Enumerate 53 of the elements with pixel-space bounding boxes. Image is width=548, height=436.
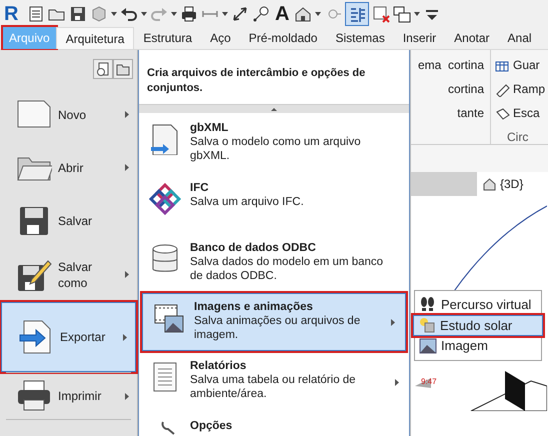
menu-item[interactable]: Salvar como bbox=[0, 247, 137, 302]
app-logo[interactable]: R bbox=[4, 4, 24, 24]
switch-windows-icon[interactable] bbox=[393, 4, 412, 22]
ribbon-tool-label[interactable]: ema cortina bbox=[418, 56, 484, 74]
menu-item[interactable]: Novo bbox=[0, 88, 137, 141]
menu-item[interactable]: gbXML Salva o modelo como um arquivo gbXML. bbox=[139, 115, 409, 173]
footprints-icon bbox=[419, 296, 437, 314]
open-documents-button[interactable] bbox=[113, 59, 133, 79]
folder-icon bbox=[116, 62, 130, 76]
clock-document-icon bbox=[96, 62, 110, 76]
ribbon-tab[interactable]: Anotar bbox=[445, 27, 499, 49]
ribbon-tab[interactable]: Pré-moldado bbox=[240, 27, 326, 49]
menu-item[interactable]: Percurso virtual bbox=[415, 295, 541, 314]
document-icon[interactable] bbox=[27, 4, 45, 22]
timestamp-label: 9:47 bbox=[421, 376, 437, 388]
menu-item[interactable]: Banco de dados ODBC Salva dados do modelo em um banco de dados ODBC. bbox=[139, 235, 409, 293]
menu-item[interactable]: Salvar bbox=[0, 194, 137, 247]
panel-title: Circ bbox=[506, 129, 530, 144]
ribbon-tab[interactable]: Aço bbox=[201, 27, 240, 49]
sun-building-icon bbox=[418, 316, 436, 334]
recent-documents-button[interactable] bbox=[93, 59, 113, 79]
text-tool[interactable]: A bbox=[273, 4, 292, 24]
menu-item[interactable]: Imprimir bbox=[0, 373, 137, 419]
ribbon-tool-label[interactable]: tante bbox=[457, 104, 484, 122]
aligned-dimension-icon[interactable] bbox=[231, 4, 249, 22]
printer-icon[interactable] bbox=[180, 4, 198, 22]
ramp-icon bbox=[495, 82, 510, 96]
menu-item[interactable]: Abrir bbox=[0, 141, 137, 194]
ribbon-tab[interactable]: Inserir bbox=[394, 27, 446, 49]
house-icon bbox=[483, 178, 496, 190]
view-tab[interactable]: {3D} bbox=[477, 172, 548, 196]
ribbon-tab[interactable]: Anal bbox=[498, 27, 541, 49]
menu-item[interactable]: Relatórios Salva uma tabela ou relatório de ambiente/área. bbox=[139, 353, 409, 411]
menu-item[interactable]: Imagem bbox=[415, 336, 541, 356]
menu-item[interactable]: Estudo solar bbox=[413, 314, 543, 336]
interlocking-squares-icon bbox=[149, 183, 181, 215]
menu-item[interactable]: IFC Salva um arquivo IFC. bbox=[139, 175, 409, 233]
ribbon-tool-label[interactable]: cortina bbox=[448, 80, 484, 98]
menu-item[interactable]: Exportar bbox=[1, 302, 136, 372]
menu-item[interactable]: Imagens e animações Salva animações ou arquivos de imagem. bbox=[142, 293, 406, 351]
ribbon-tab[interactable]: Sistemas bbox=[326, 27, 394, 49]
ribbon-tab[interactable]: Arquitetura bbox=[56, 27, 134, 49]
ribbon-tool-label[interactable]: Esca bbox=[513, 104, 540, 122]
up-arrow-icon bbox=[271, 108, 277, 110]
menu-item[interactable]: Opções bbox=[139, 413, 409, 435]
thin-lines-button[interactable] bbox=[345, 2, 370, 26]
landscape-picture-icon bbox=[419, 336, 437, 355]
ribbon-tool-label[interactable]: Ramp bbox=[513, 80, 546, 98]
ribbon-tool-label[interactable]: Guar bbox=[513, 56, 540, 74]
film-picture-icon bbox=[153, 302, 185, 334]
house-icon[interactable] bbox=[294, 4, 312, 22]
close-windows-icon[interactable] bbox=[372, 4, 390, 22]
ribbon-tab[interactable]: Estrutura bbox=[134, 27, 202, 49]
